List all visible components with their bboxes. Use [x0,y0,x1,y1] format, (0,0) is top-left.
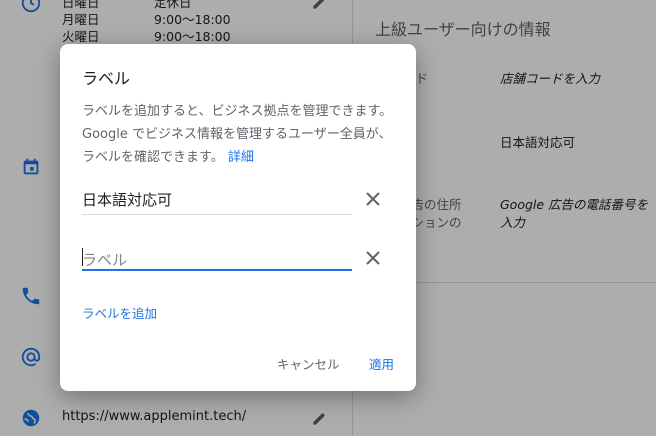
clear-label-1-close-icon[interactable] [361,187,385,211]
labels-dialog: ラベル ラベルを追加すると、ビジネス拠点を管理できます。Google でビジネス… [60,44,416,391]
add-label-button[interactable]: ラベルを追加 [82,303,157,322]
label-field-value[interactable]: 日本語対応可 [82,189,172,210]
label-field-1[interactable]: 日本語対応可 [82,187,352,215]
label-field-placeholder: ラベル [82,251,128,269]
clear-label-2-close-icon[interactable] [361,246,385,270]
label-field-2[interactable]: ラベル [82,243,352,271]
field-underline-focused [82,269,352,271]
field-underline [82,214,352,215]
apply-button[interactable]: 適用 [369,354,394,373]
cancel-button[interactable]: キャンセル [277,354,340,373]
dialog-description: ラベルを追加すると、ビジネス拠点を管理できます。Google でビジネス情報を管… [82,100,400,169]
details-link[interactable]: 詳細 [228,150,254,165]
dialog-title: ラベル [82,69,131,88]
